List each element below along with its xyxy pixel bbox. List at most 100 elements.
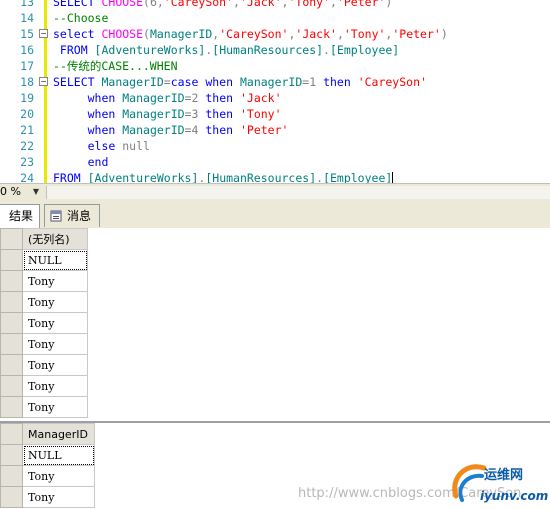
line-number: 16 [20,43,34,57]
code-token: [HumanResources] [205,171,317,183]
code-token: when [53,107,123,121]
row-header[interactable] [0,486,23,508]
code-token: = [163,75,171,89]
grid-cell[interactable]: Tony [22,396,88,418]
code-text: SELECT CHOOSE(6,'CareySon','Jack','Tony'… [53,0,392,10]
grid-cell[interactable]: NULL [22,249,88,271]
tab-results[interactable]: 结果 [0,204,40,229]
code-token: ManagerID [149,27,213,41]
zoom-dropdown-icon[interactable]: ▼ [30,186,42,198]
table-row[interactable]: Tony [0,375,88,397]
line-number: 17 [20,59,34,73]
table-row[interactable]: Tony [0,465,95,487]
grid-cell[interactable]: Tony [22,291,88,313]
code-token: --Choose [53,11,109,25]
row-header[interactable] [0,312,23,334]
row-header[interactable] [0,375,23,397]
line-number: 21 [20,123,34,137]
code-token: 'Peter' [336,0,386,9]
code-token: when [53,91,123,105]
grid-cell[interactable]: Tony [22,375,88,397]
logo-text-url: iyunv.com [480,489,549,503]
row-header[interactable] [0,465,23,487]
grid-cell[interactable]: Tony [22,465,95,487]
line-number: 18 [20,75,34,89]
code-token: select [53,27,102,41]
table-row[interactable]: Tony [0,396,88,418]
code-token: CHOOSE [101,27,144,41]
code-token: case when [170,75,240,89]
code-token: else [53,139,123,153]
code-token: [AdventureWorks] [87,171,199,183]
code-token: , [330,0,337,9]
result-table-1: (无列名) NULL Tony Tony Tony Tony Tony Tony Tony [0,228,88,418]
editor-status-bar: 0 % ▼ [0,183,550,201]
code-token: FROM [53,43,95,57]
code-token: then [205,123,240,137]
code-token: ManagerID [122,123,185,137]
code-token: CHOOSE [101,0,144,9]
grid-corner[interactable] [0,423,23,445]
code-token: 'Tony' [343,27,386,41]
sql-editor[interactable]: 13 SELECT CHOOSE(6,'CareySon','Jack','Ton… [0,0,550,183]
table-row[interactable]: Tony [0,270,88,292]
code-token: ) [440,27,448,41]
grid-cell[interactable]: Tony [22,312,88,334]
line-number: 24 [20,171,34,183]
code-token: 'CareySon' [219,27,289,41]
line-number: 19 [20,91,34,105]
tab-messages-label: 消息 [67,209,92,223]
line-number: 15 [20,27,34,41]
row-header[interactable] [0,396,23,418]
grid-corner[interactable] [0,228,23,250]
code-token: ManagerID [122,91,185,105]
table-row[interactable]: Tony [0,291,88,313]
horizontal-scrollbar[interactable] [46,186,550,199]
code-text: --传统的CASE...WHEN [53,58,178,74]
grid-cell[interactable]: Tony [22,354,88,376]
code-token: ManagerID [239,75,303,89]
collapse-icon[interactable]: − [39,29,48,38]
code-token: , [336,27,344,41]
table-row[interactable]: Tony [0,333,88,355]
code-token: 'Tony' [239,107,282,121]
tab-results-label: 结果 [9,209,34,223]
code-token: 'Jack' [239,0,282,9]
result-grid-1[interactable]: (无列名) NULL Tony Tony Tony Tony Tony Tony Tony [0,228,550,423]
grid-cell[interactable]: Tony [22,333,88,355]
code-token: 'Tony' [288,0,331,9]
collapse-icon[interactable]: − [39,77,48,86]
row-header[interactable] [0,354,23,376]
table-row[interactable]: NULL [0,444,95,466]
row-header[interactable] [0,270,23,292]
row-header[interactable] [0,444,23,466]
code-token: ( [143,27,150,41]
table-row[interactable]: Tony [0,312,88,334]
row-header[interactable] [0,333,23,355]
code-token: . [323,43,330,57]
grid-cell[interactable]: Tony [22,270,88,292]
code-token: 'Peter' [392,27,441,41]
grid-cell[interactable]: Tony [22,486,95,508]
code-token: then [323,75,358,89]
code-token: =1 [302,75,324,89]
row-header[interactable] [0,291,23,313]
code-token: 'CareySon' [357,75,427,89]
column-header[interactable]: ManagerID [22,423,95,445]
table-row[interactable]: Tony [0,486,95,508]
code-token: when [53,123,123,137]
line-number: 20 [20,107,34,121]
grid-cell[interactable]: NULL [22,444,95,466]
text-caret [392,172,394,183]
code-token: (6, [143,0,164,9]
table-row[interactable]: Tony [0,354,88,376]
column-header[interactable]: (无列名) [22,228,88,250]
code-token: 'Jack' [239,91,282,105]
line-number: 14 [20,11,34,25]
code-text: when ManagerID=2 then 'Jack' [53,90,282,106]
ssms-window: 13 SELECT CHOOSE(6,'CareySon','Jack','Ton… [0,0,550,509]
table-row[interactable]: NULL [0,249,88,271]
zoom-level[interactable]: 0 % [0,185,21,198]
tab-messages[interactable]: 消息 [44,204,100,227]
row-header[interactable] [0,249,23,271]
